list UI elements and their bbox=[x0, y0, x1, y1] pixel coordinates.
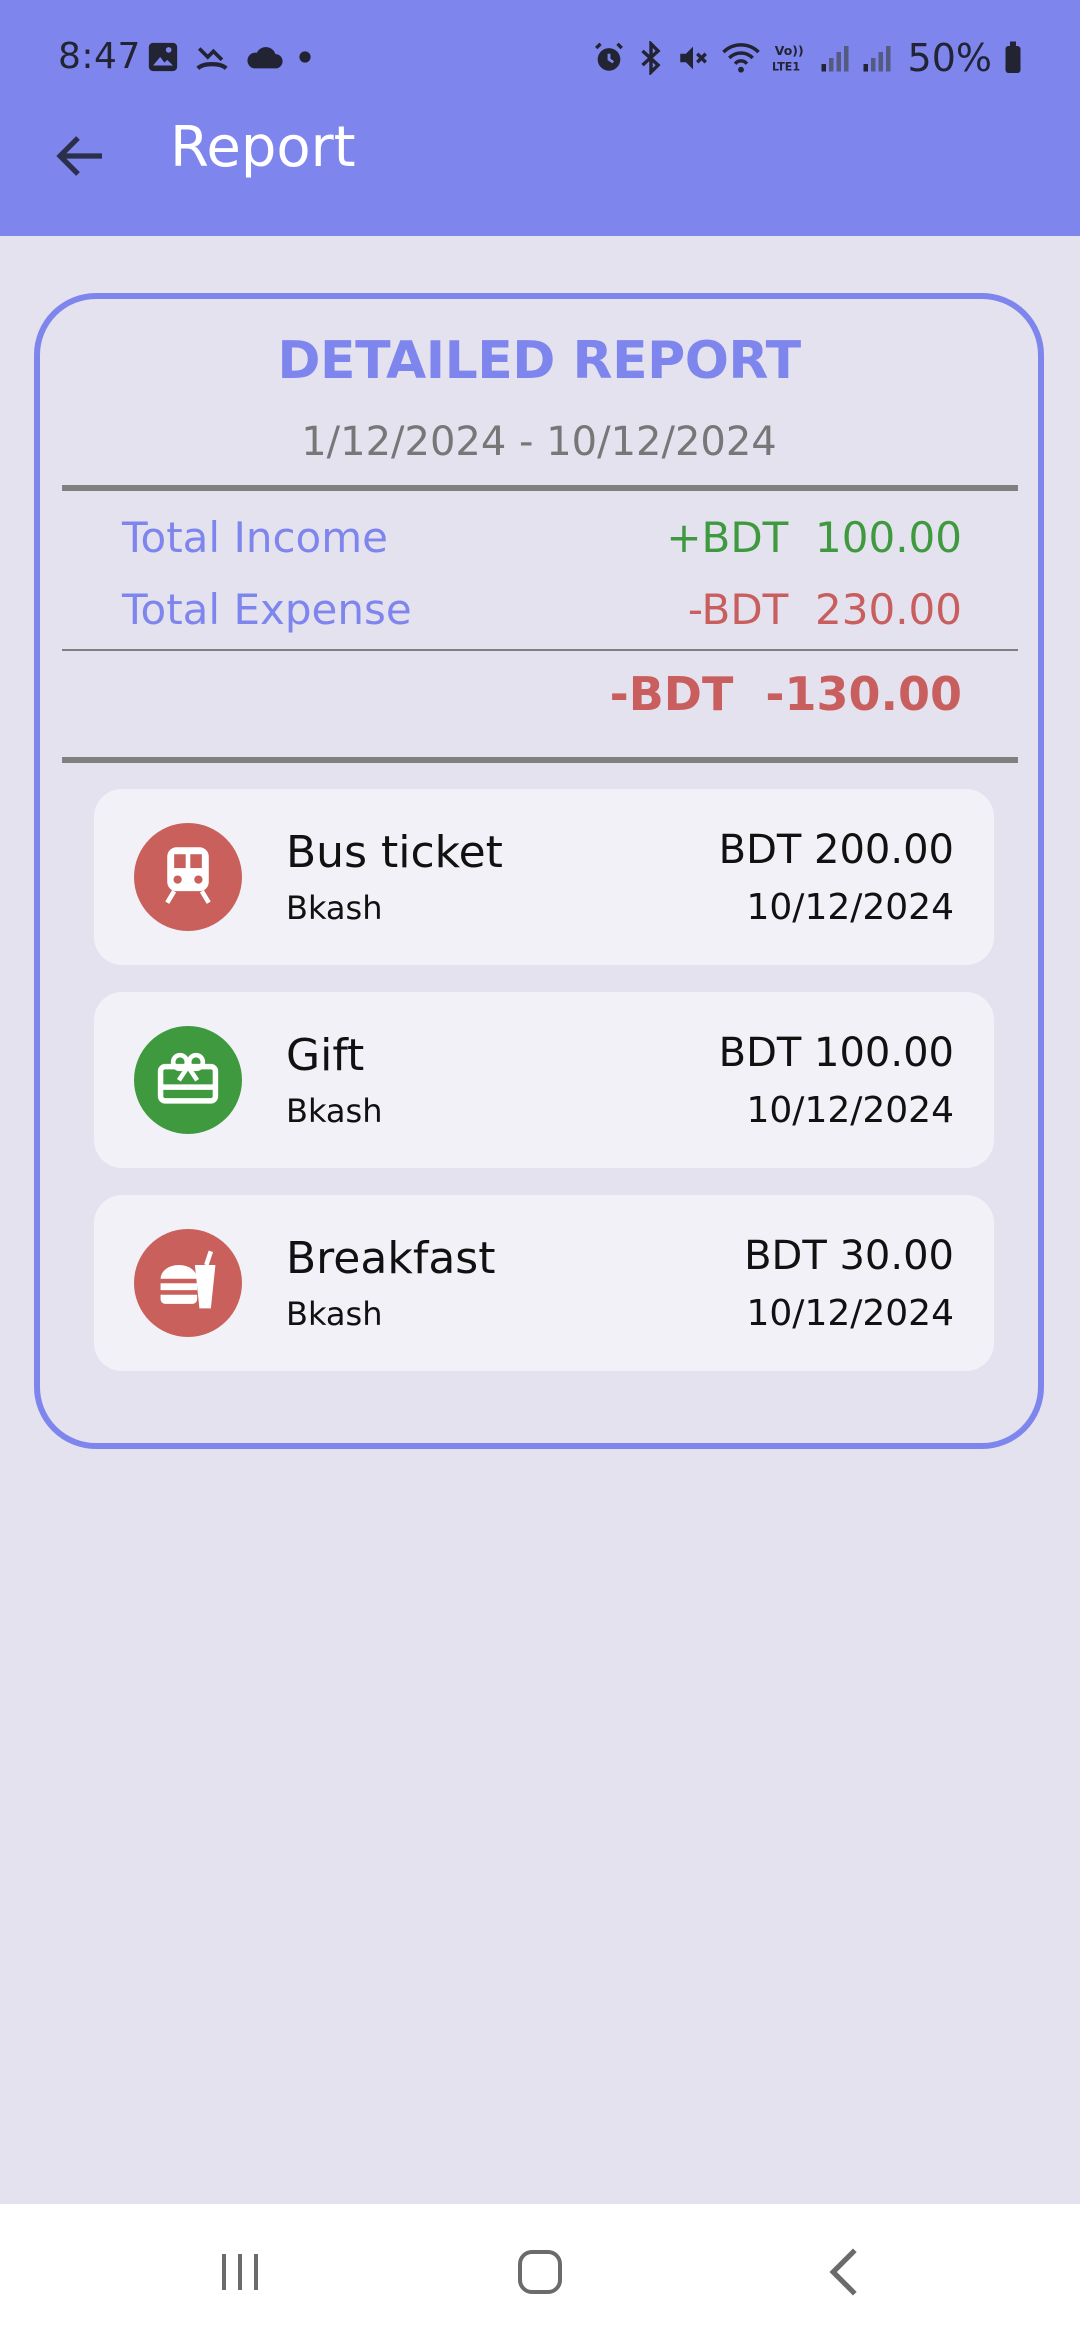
signal-icon bbox=[820, 43, 850, 73]
transaction-item[interactable]: Bus ticket Bkash BDT 200.00 10/12/2024 bbox=[94, 789, 994, 965]
transaction-amount: BDT 100.00 bbox=[718, 1030, 954, 1076]
transaction-method: Bkash bbox=[286, 889, 383, 927]
report-date-range: 1/12/2024 - 10/12/2024 bbox=[301, 419, 777, 465]
svg-text:LTE1: LTE1 bbox=[772, 60, 800, 73]
fastfood-icon bbox=[156, 1249, 220, 1317]
arrow-left-icon bbox=[54, 133, 106, 183]
transaction-date: 10/12/2024 bbox=[746, 1293, 955, 1334]
transaction-item[interactable]: Breakfast Bkash BDT 30.00 10/12/2024 bbox=[94, 1195, 994, 1371]
home-button[interactable] bbox=[480, 2234, 600, 2314]
svg-text:Vo)): Vo)) bbox=[774, 43, 803, 58]
transaction-icon-badge bbox=[134, 1026, 242, 1134]
cloud-icon bbox=[244, 42, 284, 72]
gallery-icon bbox=[146, 40, 180, 74]
nav-back-button[interactable] bbox=[784, 2234, 904, 2314]
transaction-icon-badge bbox=[134, 1229, 242, 1337]
transaction-name: Gift bbox=[286, 1030, 365, 1081]
back-button[interactable] bbox=[40, 118, 120, 198]
transaction-item[interactable]: Gift Bkash BDT 100.00 10/12/2024 bbox=[94, 992, 994, 1168]
app-header: 8:47 Vo)) LTE1 50% Report bbox=[0, 0, 1080, 236]
battery-percent: 50% bbox=[907, 36, 992, 80]
home-icon bbox=[516, 2248, 564, 2300]
total-income-value: +BDT 100.00 bbox=[666, 513, 962, 562]
report-card: DETAILED REPORT 1/12/2024 - 10/12/2024 T… bbox=[34, 293, 1044, 1449]
status-bar: 8:47 Vo)) LTE1 50% bbox=[0, 0, 1080, 118]
transaction-date: 10/12/2024 bbox=[746, 887, 955, 928]
transaction-date: 10/12/2024 bbox=[746, 1090, 955, 1131]
report-title: DETAILED REPORT bbox=[277, 331, 801, 391]
recents-button[interactable] bbox=[180, 2234, 300, 2314]
transaction-name: Bus ticket bbox=[286, 827, 503, 878]
transaction-amount: BDT 200.00 bbox=[718, 827, 954, 873]
divider bbox=[62, 757, 1018, 763]
wifi-icon bbox=[721, 41, 760, 75]
divider bbox=[62, 649, 1018, 651]
total-expense-label: Total Expense bbox=[122, 585, 412, 634]
total-income-label: Total Income bbox=[122, 513, 388, 562]
status-time: 8:47 bbox=[58, 36, 141, 77]
missed-call-icon bbox=[194, 40, 230, 74]
mute-icon bbox=[676, 41, 710, 75]
system-nav-bar bbox=[0, 2204, 1080, 2340]
dot-icon bbox=[298, 50, 312, 64]
back-chevron-icon bbox=[824, 2246, 864, 2302]
app-bar: Report bbox=[0, 118, 1080, 236]
net-balance-value: -BDT -130.00 bbox=[609, 667, 962, 721]
divider bbox=[62, 485, 1018, 491]
gift-card-icon bbox=[156, 1050, 220, 1110]
bluetooth-icon bbox=[638, 41, 664, 75]
page-title: Report bbox=[170, 115, 356, 180]
battery-icon bbox=[1004, 41, 1022, 75]
transaction-amount: BDT 30.00 bbox=[744, 1233, 954, 1279]
alarm-icon bbox=[592, 41, 626, 75]
signal-icon bbox=[862, 43, 892, 73]
total-expense-value: -BDT 230.00 bbox=[687, 585, 962, 634]
volte-icon: Vo)) LTE1 bbox=[772, 41, 808, 75]
recents-icon bbox=[216, 2250, 264, 2298]
transaction-icon-badge bbox=[134, 823, 242, 931]
train-icon bbox=[160, 845, 216, 909]
transaction-name: Breakfast bbox=[286, 1233, 496, 1284]
transaction-method: Bkash bbox=[286, 1092, 383, 1130]
transaction-method: Bkash bbox=[286, 1295, 383, 1333]
